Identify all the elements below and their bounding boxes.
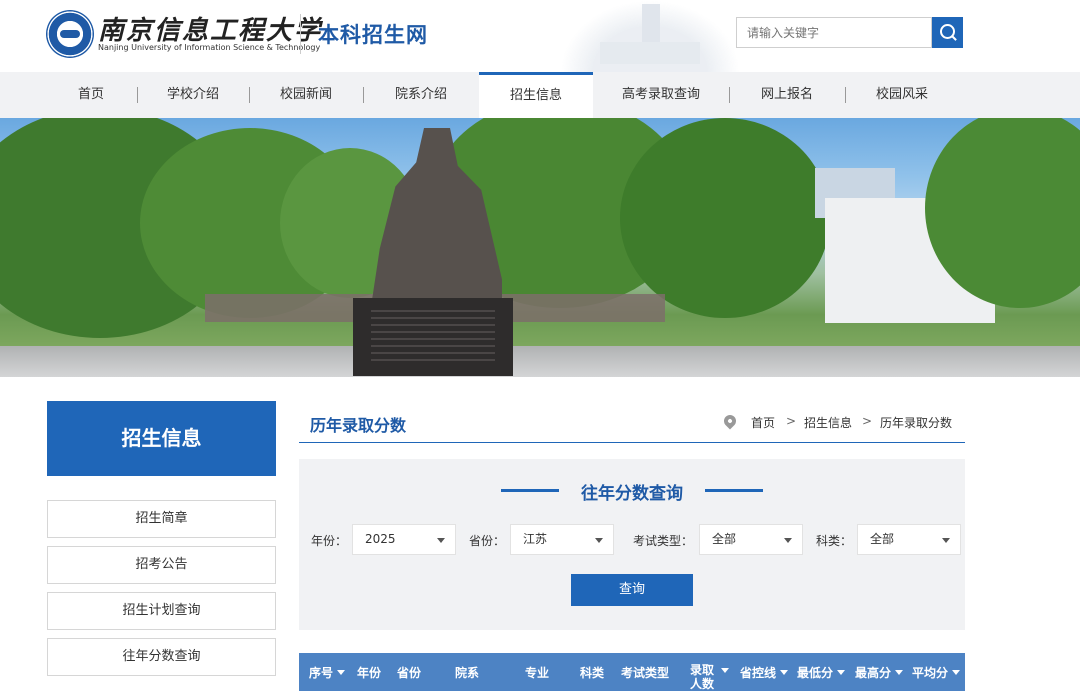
score-query-panel: 往年分数查询 年份： 2025 省份： 江苏 考试类型： 全部 科类： 全部 查… [299, 459, 965, 630]
exam-type-label: 考试类型： [633, 534, 694, 548]
year-select-value: 2025 [365, 532, 396, 546]
breadcrumb-current: 历年录取分数 [880, 416, 953, 430]
year-label: 年份： [311, 534, 348, 548]
chevron-down-icon [784, 538, 792, 543]
th-control-line[interactable]: 省控线 [739, 653, 789, 691]
chevron-down-icon [437, 538, 445, 543]
nav-item-admissions[interactable]: 招生信息 [479, 72, 593, 118]
breadcrumb-home[interactable]: 首页 [751, 414, 775, 431]
nav-item-about[interactable]: 学校介绍 [137, 72, 249, 118]
sort-arrow-icon [721, 668, 729, 673]
subject-label: 科类： [816, 534, 853, 548]
province-select-value: 江苏 [523, 532, 548, 546]
breadcrumb-separator: > [786, 414, 797, 428]
subject-select-value: 全部 [870, 532, 895, 546]
campus-banner-image [0, 118, 1080, 377]
university-name-en: Nanjing University of Information Scienc… [98, 43, 321, 52]
breadcrumb-admissions[interactable]: 招生信息 [804, 414, 852, 431]
nav-item-departments[interactable]: 院系介绍 [363, 72, 479, 118]
sidebar-item-announcements[interactable]: 招考公告 [47, 546, 276, 584]
header-divider [300, 14, 301, 54]
subject-select[interactable]: 全部 [857, 524, 961, 555]
panel-title-line-right [705, 489, 763, 492]
th-province: 省份 [396, 665, 421, 680]
site-title[interactable]: 本科招生网 [318, 19, 428, 49]
title-divider [299, 442, 965, 443]
th-year: 年份 [356, 665, 381, 680]
exam-type-select-value: 全部 [712, 532, 737, 546]
sort-arrow-icon [952, 669, 960, 675]
nav-item-admission-query[interactable]: 高考录取查询 [593, 72, 729, 118]
statue-plinth [353, 298, 513, 376]
th-major: 专业 [524, 665, 549, 680]
breadcrumb-separator: > [862, 414, 873, 428]
sort-arrow-icon [337, 669, 345, 675]
th-index[interactable]: 序号 [299, 653, 355, 691]
province-select[interactable]: 江苏 [510, 524, 614, 555]
score-table-header: 序号 年份 省份 院系 专业 科类 考试类型 录取人数 省控线 最低分 最高分 … [299, 653, 965, 691]
nav-item-home[interactable]: 首页 [45, 72, 137, 118]
search-input[interactable] [736, 17, 932, 48]
location-pin-icon [721, 412, 739, 430]
sidebar-title: 招生信息 [47, 401, 276, 476]
university-name-cn[interactable]: 南京信息工程大学 [98, 10, 322, 47]
year-select[interactable]: 2025 [352, 524, 456, 555]
th-department: 院系 [454, 665, 479, 680]
th-min-score[interactable]: 最低分 [796, 653, 846, 691]
th-exam-type: 考试类型 [620, 665, 669, 680]
chevron-down-icon [595, 538, 603, 543]
th-subject: 科类 [579, 665, 604, 680]
page-title: 历年录取分数 [310, 416, 407, 435]
main-nav: 首页 学校介绍 校园新闻 院系介绍 招生信息 高考录取查询 网上报名 校园风采 [0, 72, 1080, 118]
sort-arrow-icon [837, 669, 845, 675]
sort-arrow-icon [780, 669, 788, 675]
nav-item-news[interactable]: 校园新闻 [249, 72, 363, 118]
th-max-score[interactable]: 最高分 [854, 653, 904, 691]
sidebar-item-brochure[interactable]: 招生简章 [47, 500, 276, 538]
th-avg-score[interactable]: 平均分 [911, 653, 961, 691]
panel-title: 往年分数查询 [581, 484, 683, 504]
chevron-down-icon [942, 538, 950, 543]
sidebar-item-plan-query[interactable]: 招生计划查询 [47, 592, 276, 630]
th-admitted-count[interactable]: 录取人数 [679, 653, 737, 691]
site-header: 南京信息工程大学 Nanjing University of Informati… [0, 0, 1080, 72]
clock-tower-graphic [560, 0, 740, 72]
province-label: 省份： [469, 534, 506, 548]
search-button[interactable] [932, 17, 963, 48]
exam-type-select[interactable]: 全部 [699, 524, 803, 555]
sidebar-item-score-query[interactable]: 往年分数查询 [47, 638, 276, 676]
sort-arrow-icon [895, 669, 903, 675]
tree-graphic [620, 118, 830, 318]
query-button[interactable]: 查询 [571, 574, 693, 606]
university-emblem-icon[interactable] [46, 10, 94, 58]
nav-item-online-registration[interactable]: 网上报名 [729, 72, 845, 118]
nav-item-campus-gallery[interactable]: 校园风采 [845, 72, 959, 118]
plaza-pavement [0, 346, 1080, 377]
